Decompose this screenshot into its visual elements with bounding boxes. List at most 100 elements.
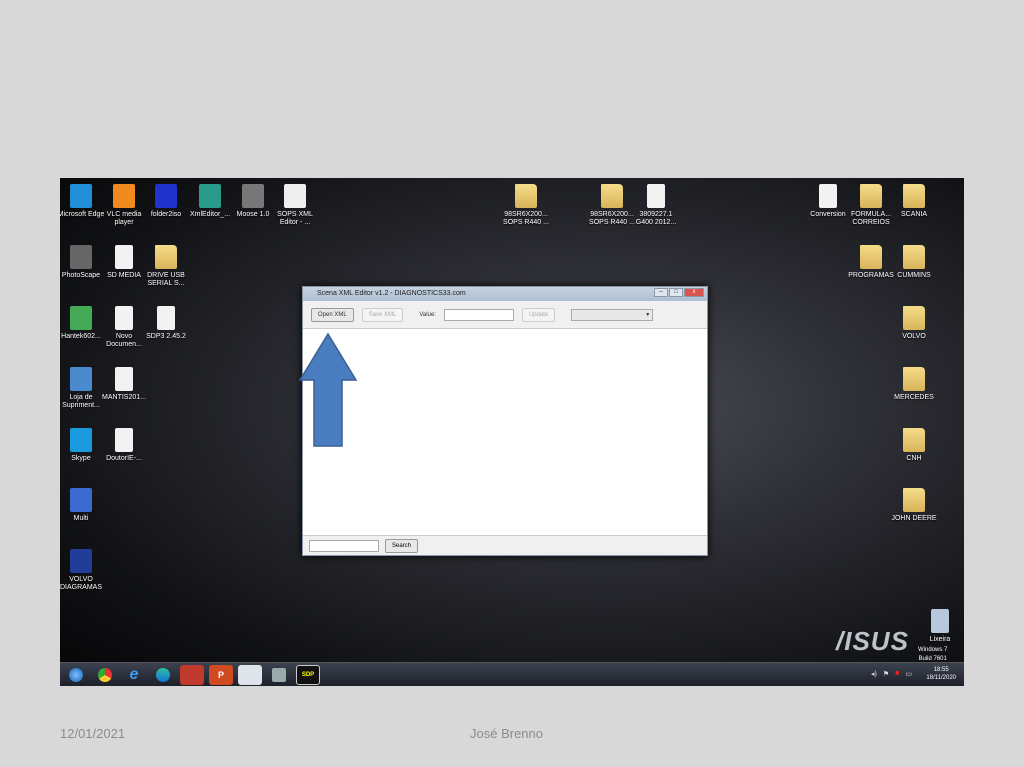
- search-bar: Search: [303, 535, 707, 555]
- blue-arrow-annotation: [298, 332, 358, 447]
- folder-icon: [903, 428, 925, 452]
- desktop-icon-label: Multi: [73, 515, 89, 522]
- powerpoint-icon[interactable]: P: [209, 664, 233, 685]
- desktop-icon[interactable]: SOPS XML Editor - ...: [269, 181, 321, 227]
- toolbar: Open XML Save XML Value: Update ▾: [303, 301, 707, 329]
- app-icon: [70, 306, 92, 330]
- desktop-icon[interactable]: DRIVE USB SERIAL S...: [140, 242, 192, 288]
- desktop-icon-label: SCANIA: [900, 211, 928, 218]
- desktop-icon-label: JOHN DEERE: [891, 515, 937, 522]
- app-icon: [284, 184, 306, 208]
- app-icon: [70, 367, 92, 391]
- watermark-line: Windows 7: [918, 647, 948, 653]
- drive-icon[interactable]: [267, 665, 291, 685]
- app-icon: [155, 184, 177, 208]
- app-icon: [70, 428, 92, 452]
- desktop-icon-label: SDP3 2.45.2: [146, 333, 186, 340]
- desktop-icon-label: DoutorIE-...: [106, 455, 142, 462]
- desktop-icon-label: VOLVO: [902, 333, 926, 340]
- close-button[interactable]: x: [684, 288, 704, 297]
- desktop-icon-label: SOPS XML Editor - ...: [277, 211, 313, 226]
- desktop-icon[interactable]: 3809227.1 G400 2012...: [630, 181, 682, 227]
- xml-tree-area[interactable]: [303, 329, 707, 535]
- folder-icon: [860, 245, 882, 269]
- sdp3-icon[interactable]: SDP: [296, 664, 320, 685]
- document-icon: [931, 609, 949, 633]
- document-icon: [115, 428, 133, 452]
- document-icon: [115, 306, 133, 330]
- clock-date: 18/11/2020: [926, 675, 956, 681]
- desktop-icon[interactable]: Lixeira: [914, 606, 964, 644]
- clock[interactable]: 18:55 18/11/2020: [926, 666, 956, 682]
- document-icon: [647, 184, 665, 208]
- internet-explorer-icon[interactable]: e: [122, 665, 146, 685]
- system-tray: ◂) ⚑ ■ ▭: [871, 670, 912, 678]
- folder-icon: [903, 245, 925, 269]
- desktop-icon[interactable]: SDP3 2.45.2: [140, 303, 192, 341]
- document-icon: [157, 306, 175, 330]
- update-button[interactable]: Update: [521, 307, 556, 322]
- document-icon: [819, 184, 837, 208]
- app-icon: [242, 184, 264, 208]
- document-icon: [115, 245, 133, 269]
- folder-icon: [903, 184, 925, 208]
- desktop-icon[interactable]: CNH: [888, 425, 940, 463]
- flag-icon[interactable]: ⚑: [883, 670, 889, 678]
- start-button[interactable]: [64, 665, 88, 685]
- desktop-icon-label: MERCEDES: [894, 394, 934, 401]
- value-input[interactable]: [443, 308, 514, 321]
- desktop-icon[interactable]: MERCEDES: [888, 364, 940, 402]
- open-xml-button[interactable]: Open XML: [311, 307, 354, 322]
- folder-icon: [860, 184, 882, 208]
- desktop-icon-label: VOLVO DIAGRAMAS: [60, 576, 102, 591]
- footer-author: José Brenno: [470, 726, 543, 741]
- desktop-icon[interactable]: VOLVO: [888, 303, 940, 341]
- notepad-icon[interactable]: [238, 664, 262, 685]
- minimize-button[interactable]: –: [654, 288, 668, 297]
- folder-icon: [903, 306, 925, 330]
- desktop-icon-label: Lixeira: [929, 636, 951, 643]
- maximize-button[interactable]: □: [669, 288, 683, 297]
- folder-icon: [515, 184, 537, 208]
- volume-icon[interactable]: ◂): [871, 670, 877, 678]
- desktop-icon[interactable]: JOHN DEERE: [888, 485, 940, 523]
- search-button[interactable]: Search: [385, 538, 419, 553]
- clock-time: 18:55: [933, 667, 949, 673]
- desktop-icon[interactable]: VOLVO DIAGRAMAS: [60, 546, 107, 592]
- desktop-icon-label: CUMMINS: [897, 272, 931, 279]
- app-icon: [70, 549, 92, 573]
- folder-icon: [903, 367, 925, 391]
- window-title-bar[interactable]: Scena XML Editor v1.2 - DIAGNOSTICS33.co…: [303, 287, 707, 301]
- value-label: Value:: [419, 311, 436, 318]
- app-icon: [70, 245, 92, 269]
- desktop-icon[interactable]: DoutorIE-...: [98, 425, 150, 463]
- desktop-icon-label: CNH: [906, 455, 922, 462]
- network-icon[interactable]: ▭: [905, 670, 912, 678]
- search-input[interactable]: [309, 539, 379, 552]
- node-select[interactable]: ▾: [571, 308, 654, 321]
- desktop-icon[interactable]: Multi: [60, 485, 107, 523]
- desktop-icon[interactable]: SCANIA: [888, 181, 940, 219]
- desktop-icon[interactable]: MANTIS201...: [98, 364, 150, 402]
- desktop-screenshot: Microsoft Edge VLC media player folder2iso…: [60, 178, 964, 686]
- app-icon: [113, 184, 135, 208]
- desktop-icon-label: DRIVE USB SERIAL S...: [147, 272, 185, 287]
- folder-icon: [601, 184, 623, 208]
- chrome-icon[interactable]: [93, 665, 117, 685]
- desktop-icon[interactable]: CUMMINS: [888, 242, 940, 280]
- app-icon: [70, 184, 92, 208]
- desktop-icon-label: MANTIS201...: [102, 394, 146, 401]
- red-app-icon[interactable]: [180, 664, 204, 685]
- save-xml-button[interactable]: Save XML: [361, 307, 404, 322]
- desktop-icon-label: 98SR6X200... SOPS R440 ...: [503, 211, 549, 226]
- document-icon: [115, 367, 133, 391]
- antivirus-icon[interactable]: ■: [895, 670, 899, 678]
- desktop-icon[interactable]: 98SR6X200... SOPS R440 ...: [500, 181, 552, 227]
- folder-icon: [155, 245, 177, 269]
- asus-logo: /ISUS: [836, 626, 909, 656]
- app-icon: [199, 184, 221, 208]
- desktop-icon-label: 3809227.1 G400 2012...: [635, 211, 677, 226]
- edge-icon[interactable]: [151, 665, 175, 685]
- app-icon: [70, 488, 92, 512]
- taskbar: e P SDP ◂) ⚑ ■ ▭ 18:55 18/11/2020: [60, 662, 964, 686]
